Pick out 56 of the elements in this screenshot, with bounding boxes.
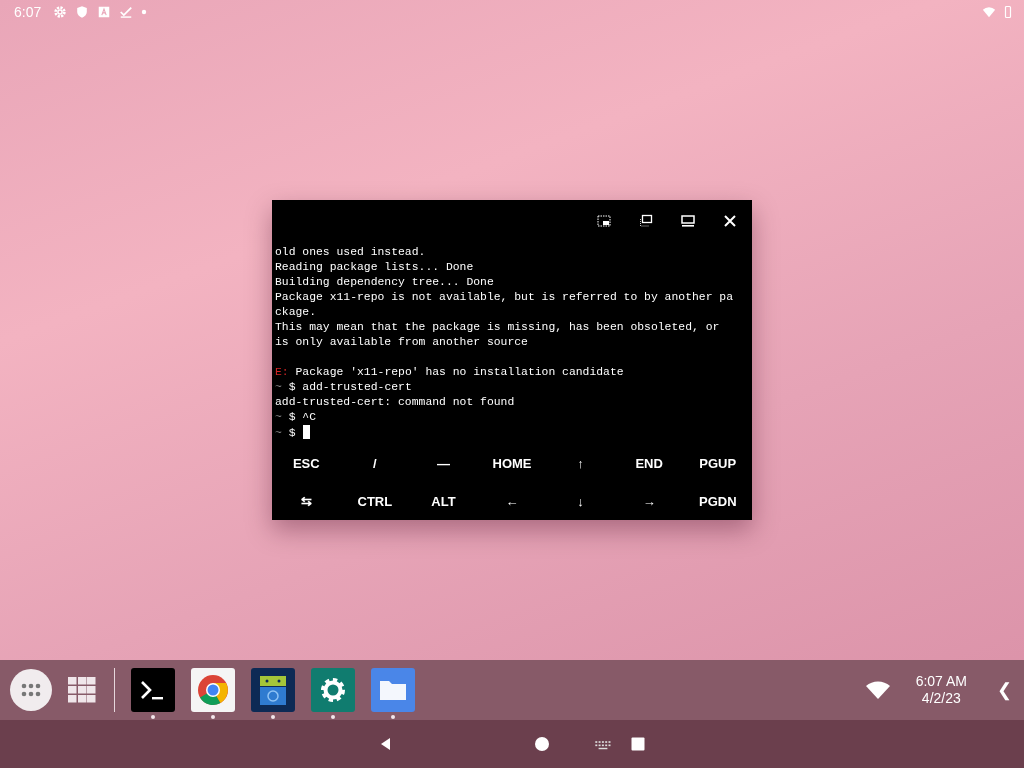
terminal-line: $ ^C — [288, 411, 317, 423]
extra-key[interactable]: ESC — [272, 444, 341, 482]
extra-key[interactable]: PGUP — [683, 444, 753, 482]
files-app-icon[interactable] — [371, 668, 415, 712]
grid-icon[interactable] — [68, 677, 96, 703]
status-time: 6:07 — [14, 4, 42, 20]
extra-key[interactable]: ↓ — [546, 482, 615, 520]
terminal-line: Building dependency tree... Done — [275, 276, 494, 288]
wifi-icon — [982, 5, 996, 19]
terminal-line: Package x11-repo is not available, but is referred to by another pa — [275, 291, 733, 303]
error-prefix: E: — [275, 366, 289, 378]
collapse-button[interactable]: ❮ — [995, 679, 1014, 701]
terminal-line: Package 'x11-repo' has no installation candidate — [295, 366, 624, 378]
extra-key[interactable]: PGDN — [683, 482, 753, 520]
android-app-icon[interactable] — [251, 668, 295, 712]
extra-key[interactable]: → — [614, 482, 684, 520]
clock-time: 6:07 AM — [915, 673, 967, 690]
extra-key[interactable]: ⇆ — [272, 482, 341, 520]
notification-dot-icon — [141, 9, 148, 15]
extra-key[interactable]: — — [409, 444, 478, 482]
terminal-line: is only available from another source — [275, 336, 528, 348]
extra-key[interactable]: ← — [477, 482, 547, 520]
terminal-line: $ — [288, 427, 296, 439]
prompt-tilde: ~ — [275, 411, 282, 423]
extra-key[interactable]: END — [614, 444, 684, 482]
picture-in-picture-icon[interactable] — [596, 213, 612, 229]
prompt-tilde: ~ — [275, 381, 282, 393]
clock-date: 4/2/23 — [921, 690, 961, 707]
wifi-icon — [865, 681, 890, 699]
terminal-line: This may mean that the package is missing, has been obsoleted, or — [275, 321, 720, 333]
app-drawer-icon[interactable] — [10, 669, 52, 711]
prompt-tilde: ~ — [275, 427, 282, 439]
keyboard-icon[interactable] — [594, 738, 612, 750]
battery-icon — [1004, 4, 1012, 20]
maximize-icon[interactable] — [680, 213, 696, 229]
terminal-line: ckage. — [275, 306, 316, 318]
terminal-app-icon[interactable] — [131, 668, 175, 712]
extra-key[interactable]: ↑ — [546, 444, 615, 482]
extra-key[interactable]: HOME — [477, 444, 547, 482]
terminal-line: $ add-trusted-cert — [288, 381, 412, 393]
checkmark-icon — [119, 5, 134, 19]
settings-app-icon[interactable] — [311, 668, 355, 712]
shield-icon — [75, 5, 90, 19]
terminal-line: add-trusted-cert: command not found — [275, 396, 515, 408]
extra-key[interactable]: ALT — [409, 482, 478, 520]
terminal-line: Reading package lists... Done — [275, 261, 474, 273]
recents-icon[interactable] — [630, 736, 646, 752]
close-icon[interactable] — [722, 213, 738, 229]
terminal-line: old ones used instead. — [275, 246, 426, 258]
browser-app-icon[interactable] — [191, 668, 235, 712]
gear-icon — [53, 5, 68, 19]
home-icon[interactable] — [534, 736, 550, 752]
restore-window-icon[interactable] — [638, 213, 654, 229]
extra-key[interactable]: / — [340, 444, 410, 482]
extra-key[interactable]: CTRL — [340, 482, 410, 520]
font-icon — [97, 5, 112, 19]
